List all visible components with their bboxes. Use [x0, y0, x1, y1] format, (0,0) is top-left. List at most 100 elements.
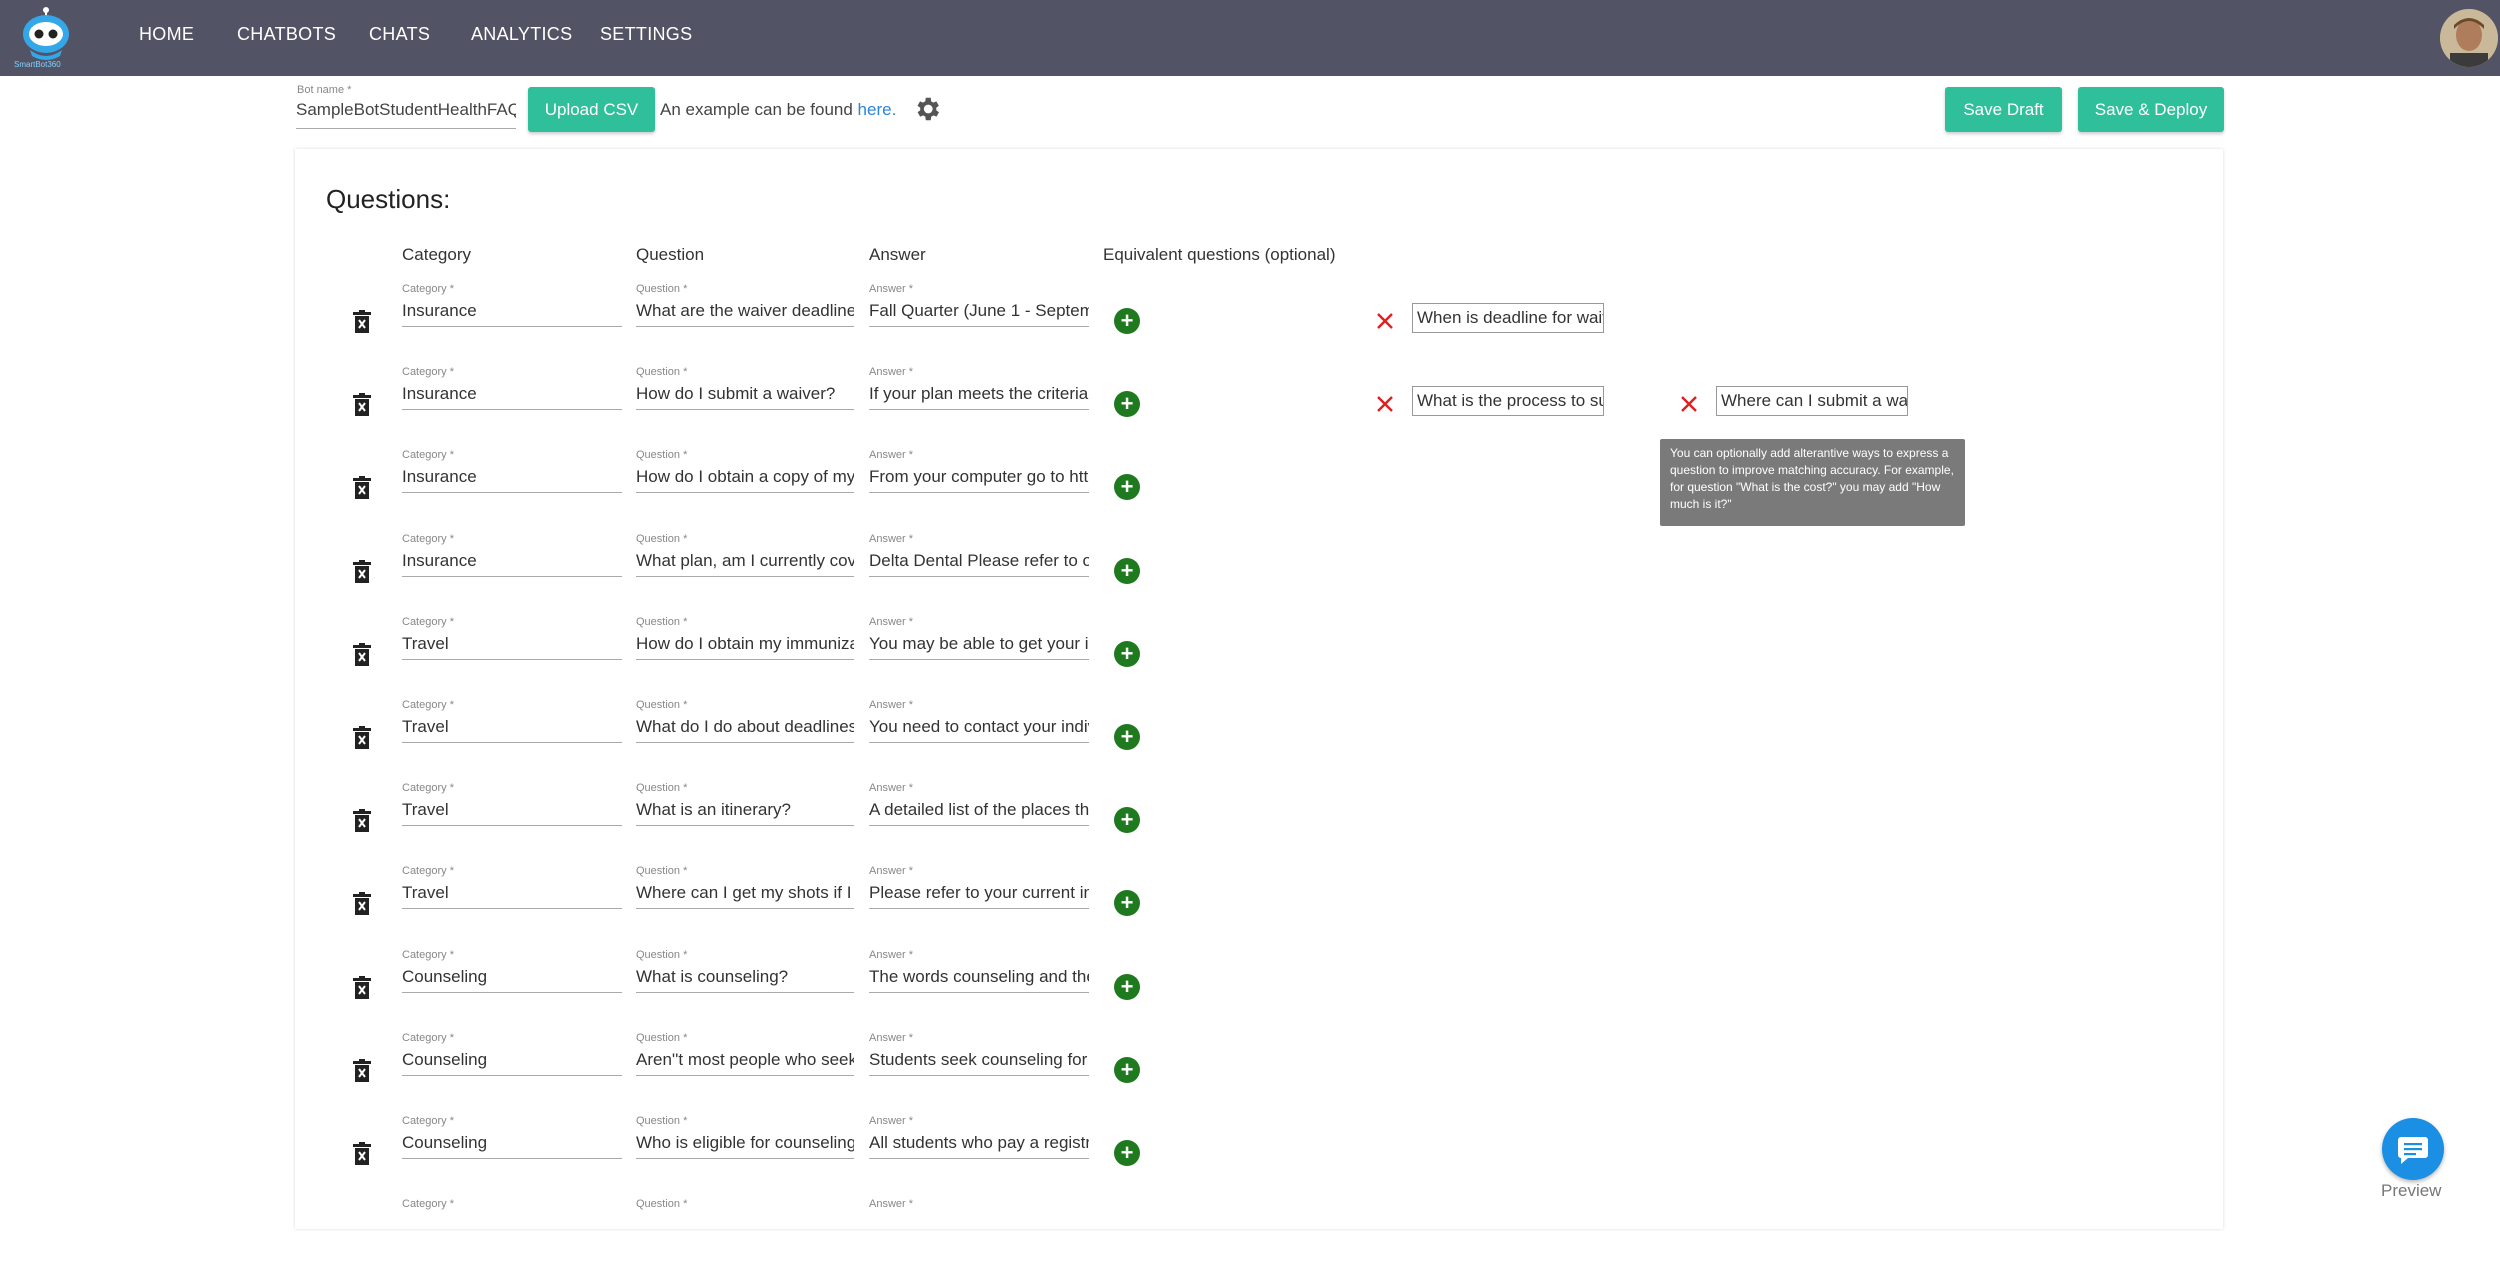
category-input[interactable]: Counseling	[402, 1133, 622, 1159]
answer-input[interactable]: A detailed list of the places that	[869, 800, 1089, 826]
add-equivalent-button[interactable]: +	[1114, 1140, 1140, 1166]
delete-row-icon[interactable]	[352, 976, 372, 1000]
preview-chat-button[interactable]	[2382, 1118, 2444, 1180]
answer-input[interactable]: Please refer to your current insurance	[869, 883, 1089, 909]
plus-icon: +	[1120, 1057, 1134, 1082]
answer-input[interactable]: Students seek counseling for many	[869, 1050, 1089, 1076]
category-field-label: Category *	[402, 699, 454, 711]
question-input[interactable]: What is counseling?	[636, 967, 854, 993]
question-input[interactable]: What are the waiver deadlines?	[636, 301, 854, 327]
save-draft-button[interactable]: Save Draft	[1945, 87, 2062, 132]
answer-input[interactable]: The words counseling and therapy	[869, 967, 1089, 993]
delete-row-icon[interactable]	[352, 809, 372, 833]
category-input[interactable]: Travel	[402, 717, 622, 743]
delete-row-icon[interactable]	[352, 726, 372, 750]
plus-icon: +	[1120, 474, 1134, 499]
category-field-label: Category *	[402, 283, 454, 295]
chat-bubble-icon	[2398, 1137, 2428, 1164]
remove-equivalent-icon[interactable]	[1678, 393, 1700, 415]
answer-field-label: Answer *	[869, 616, 914, 628]
question-input[interactable]: Who is eligible for counseling?	[636, 1133, 854, 1159]
answer-input[interactable]: All students who pay a registration	[869, 1133, 1089, 1159]
nav-home[interactable]: HOME	[139, 24, 194, 45]
question-input[interactable]: Aren''t most people who seek	[636, 1050, 854, 1076]
bot-name-input[interactable]: SampleBotStudentHealthFAQ	[296, 100, 516, 129]
remove-equivalent-icon[interactable]	[1374, 393, 1396, 415]
questions-title: Questions:	[326, 184, 451, 214]
add-equivalent-button[interactable]: +	[1114, 558, 1140, 584]
question-row: Category * Travel Question * How do I obtai…	[0, 613, 2500, 696]
category-input[interactable]: Insurance	[402, 384, 622, 410]
question-row: Category * Insurance Question * How do I ob…	[0, 446, 2500, 529]
question-input[interactable]: What is an itinerary?	[636, 800, 854, 826]
add-equivalent-button[interactable]: +	[1114, 1057, 1140, 1083]
logo-text: SmartBot360	[14, 60, 61, 69]
category-field-label: Category *	[402, 782, 454, 794]
add-equivalent-button[interactable]: +	[1114, 308, 1140, 334]
gear-icon[interactable]	[912, 94, 942, 124]
answer-input[interactable]: You may be able to get your immunization	[869, 634, 1089, 660]
example-prefix: An example can be found	[660, 100, 858, 119]
delete-row-icon[interactable]	[352, 476, 372, 500]
answer-input[interactable]: Fall Quarter (June 1 - September 15)	[869, 301, 1089, 327]
add-equivalent-button[interactable]: +	[1114, 890, 1140, 916]
question-row: Category * Counseling Question * Who is eli…	[0, 1112, 2500, 1195]
add-equivalent-button[interactable]: +	[1114, 724, 1140, 750]
nav-settings[interactable]: SETTINGS	[600, 24, 692, 45]
plus-icon: +	[1120, 308, 1134, 333]
equivalent-header: Equivalent questions (optional)	[1103, 245, 1336, 264]
category-field-label: Category *	[402, 366, 454, 378]
example-link[interactable]: here	[858, 100, 892, 119]
nav-chats[interactable]: CHATS	[369, 24, 430, 45]
add-equivalent-button[interactable]: +	[1114, 641, 1140, 667]
question-input[interactable]: Where can I get my shots if I don't	[636, 883, 854, 909]
delete-row-icon[interactable]	[352, 1059, 372, 1083]
delete-row-icon[interactable]	[352, 393, 372, 417]
upload-csv-button[interactable]: Upload CSV	[528, 87, 655, 132]
category-input[interactable]: Insurance	[402, 301, 622, 327]
delete-row-icon[interactable]	[352, 643, 372, 667]
answer-input[interactable]: Delta Dental Please refer to our	[869, 551, 1089, 577]
question-input[interactable]: How do I obtain my immunization records?	[636, 634, 854, 660]
answer-field-label: Answer *	[869, 1115, 914, 1127]
nav-analytics[interactable]: ANALYTICS	[471, 24, 572, 45]
question-input[interactable]: What plan, am I currently covered by?	[636, 551, 854, 577]
question-input[interactable]: How do I obtain a copy of my insurance c…	[636, 467, 854, 493]
equivalent-question-input[interactable]: What is the process to submit	[1412, 386, 1604, 416]
category-input[interactable]: Travel	[402, 800, 622, 826]
delete-row-icon[interactable]	[352, 560, 372, 584]
user-avatar[interactable]	[2440, 9, 2498, 67]
category-input[interactable]: Insurance	[402, 551, 622, 577]
add-equivalent-button[interactable]: +	[1114, 391, 1140, 417]
answer-input[interactable]: You need to contact your individual	[869, 717, 1089, 743]
example-text: An example can be found here.	[660, 100, 896, 120]
nav-chatbots[interactable]: CHATBOTS	[237, 24, 336, 45]
category-input[interactable]: Counseling	[402, 967, 622, 993]
plus-icon: +	[1120, 641, 1134, 666]
plus-icon: +	[1120, 974, 1134, 999]
add-equivalent-button[interactable]: +	[1114, 807, 1140, 833]
answer-field-label: Answer *	[869, 782, 914, 794]
remove-equivalent-icon[interactable]	[1374, 310, 1396, 332]
delete-row-icon[interactable]	[352, 892, 372, 916]
add-equivalent-button[interactable]: +	[1114, 474, 1140, 500]
category-input[interactable]: Travel	[402, 634, 622, 660]
answer-field-label: Answer *	[869, 949, 914, 961]
answer-input[interactable]: If your plan meets the criteria	[869, 384, 1089, 410]
save-deploy-button[interactable]: Save & Deploy	[2078, 87, 2224, 132]
equivalent-question-input[interactable]: Where can I submit a waiver	[1716, 386, 1908, 416]
category-input[interactable]: Travel	[402, 883, 622, 909]
question-input[interactable]: What do I do about deadlines?	[636, 717, 854, 743]
delete-row-icon[interactable]	[352, 310, 372, 334]
add-equivalent-button[interactable]: +	[1114, 974, 1140, 1000]
category-input[interactable]: Counseling	[402, 1050, 622, 1076]
category-field-label: Category *	[402, 449, 454, 461]
question-field-label: Question *	[636, 1198, 688, 1210]
category-field-label: Category *	[402, 1198, 454, 1210]
answer-input[interactable]: From your computer go to http	[869, 467, 1089, 493]
question-input[interactable]: How do I submit a waiver?	[636, 384, 854, 410]
delete-row-icon[interactable]	[352, 1142, 372, 1166]
question-field-label: Question *	[636, 699, 688, 711]
equivalent-question-input[interactable]: When is deadline for waiver?	[1412, 303, 1604, 333]
category-input[interactable]: Insurance	[402, 467, 622, 493]
